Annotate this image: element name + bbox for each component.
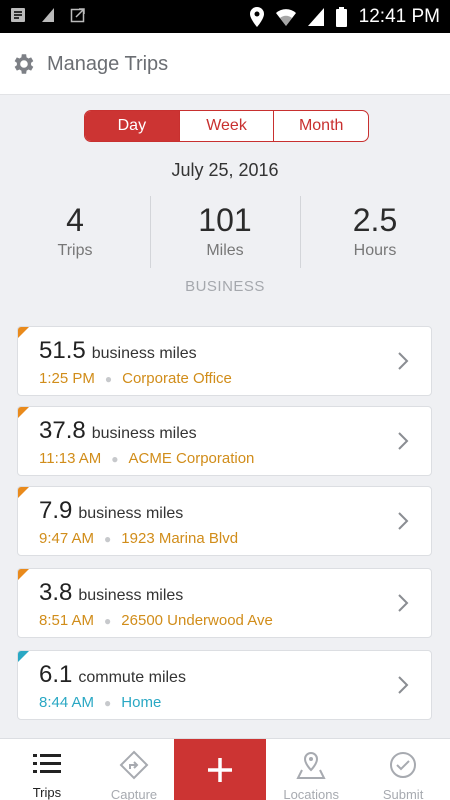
business-flag (18, 407, 29, 418)
separator-dot: ● (104, 371, 113, 386)
separator-dot: ● (104, 695, 112, 710)
trip-miles-unit: commute miles (78, 669, 186, 686)
trip-time: 8:44 AM (39, 694, 95, 711)
bottom-tab-bar: Trips Capture Locations Submit (0, 738, 450, 800)
chevron-right-icon (398, 352, 409, 370)
business-flag (18, 569, 29, 580)
stat-miles-value: 101 (198, 202, 252, 238)
tab-locations-label: Locations (283, 787, 339, 800)
selected-date: July 25, 2016 (171, 160, 279, 180)
trip-location: Corporate Office (122, 370, 232, 387)
trip-miles: 7.9 (39, 497, 73, 524)
range-day-button[interactable]: Day (85, 111, 179, 141)
stat-miles-label: Miles (206, 242, 244, 259)
chevron-right-icon (398, 594, 409, 612)
trip-card[interactable]: 6.1 commute miles 8:44 AM ● Home (17, 650, 432, 720)
summary-stats: 4 Trips 101 Miles 2.5 Hours (0, 196, 450, 268)
navigation-icon (119, 750, 149, 780)
business-flag (18, 327, 29, 338)
separator-dot: ● (111, 451, 119, 466)
cell-signal-icon (307, 8, 324, 26)
tab-capture[interactable]: Capture (94, 739, 174, 800)
wifi-icon (275, 9, 296, 26)
trip-miles-unit: business miles (78, 505, 184, 522)
map-pin-icon (296, 751, 326, 779)
trip-card[interactable]: 7.9 business miles 9:47 AM ● 1923 Marina… (17, 486, 432, 556)
chevron-right-icon (398, 676, 409, 694)
tab-capture-label: Capture (110, 787, 158, 800)
location-icon (249, 7, 264, 27)
trip-card[interactable]: 51.5 business miles 1:25 PM ● Corporate … (17, 326, 432, 396)
stat-trips: 4 Trips (0, 196, 150, 268)
gear-icon[interactable] (10, 51, 36, 77)
tab-trips[interactable]: Trips (0, 739, 94, 800)
tab-submit-label: Submit (382, 787, 424, 800)
tab-locations[interactable]: Locations (266, 739, 356, 800)
trip-time: 8:51 AM (39, 612, 95, 629)
trip-miles: 6.1 (39, 661, 73, 688)
business-flag (18, 487, 29, 498)
stat-trips-value: 4 (66, 202, 84, 238)
category-label: BUSINESS (185, 278, 265, 295)
trip-miles-unit: business miles (78, 587, 184, 604)
range-selector: Day Week Month (84, 110, 369, 142)
plus-icon (208, 757, 233, 782)
stat-hours-value: 2.5 (352, 202, 398, 238)
tab-trips-label: Trips (32, 785, 62, 800)
stat-hours: 2.5 Hours (300, 196, 450, 268)
trip-location: 1923 Marina Blvd (121, 530, 239, 547)
chevron-right-icon (398, 432, 409, 450)
commute-flag (18, 651, 29, 662)
page-title: Manage Trips (47, 53, 169, 75)
trip-time: 9:47 AM (39, 530, 95, 547)
list-icon (32, 754, 61, 773)
trip-location: 26500 Underwood Ave (121, 612, 273, 629)
stat-hours-label: Hours (353, 242, 397, 259)
trip-miles-unit: business miles (91, 345, 197, 362)
add-trip-button[interactable] (174, 739, 267, 800)
trip-miles: 51.5 (39, 337, 86, 364)
trip-miles: 3.8 (39, 579, 73, 606)
app-bar: Manage Trips (0, 33, 450, 95)
check-circle-icon (390, 752, 417, 778)
trip-miles-unit: business miles (91, 425, 197, 442)
range-month-button[interactable]: Month (273, 111, 368, 141)
trip-time: 1:25 PM (39, 370, 95, 387)
tab-submit[interactable]: Submit (356, 739, 450, 800)
status-time: 12:41 PM (358, 6, 440, 27)
stat-trips-label: Trips (57, 242, 93, 259)
range-week-button[interactable]: Week (178, 111, 274, 141)
trip-card[interactable]: 37.8 business miles 11:13 AM ● ACME Corp… (17, 406, 432, 476)
trip-miles: 37.8 (39, 417, 86, 444)
stat-miles: 101 Miles (150, 196, 300, 268)
trip-location: ACME Corporation (128, 450, 255, 467)
status-bar: 12:41 PM (0, 0, 450, 33)
separator-dot: ● (104, 613, 112, 628)
chevron-right-icon (398, 512, 409, 530)
trip-location: Home (121, 694, 162, 711)
external-link-icon (70, 8, 85, 23)
signal-slash-icon (42, 8, 54, 22)
trip-card[interactable]: 3.8 business miles 8:51 AM ● 26500 Under… (17, 568, 432, 638)
message-icon (11, 8, 25, 22)
battery-icon (335, 7, 347, 27)
trip-time: 11:13 AM (39, 450, 102, 467)
separator-dot: ● (104, 531, 112, 546)
